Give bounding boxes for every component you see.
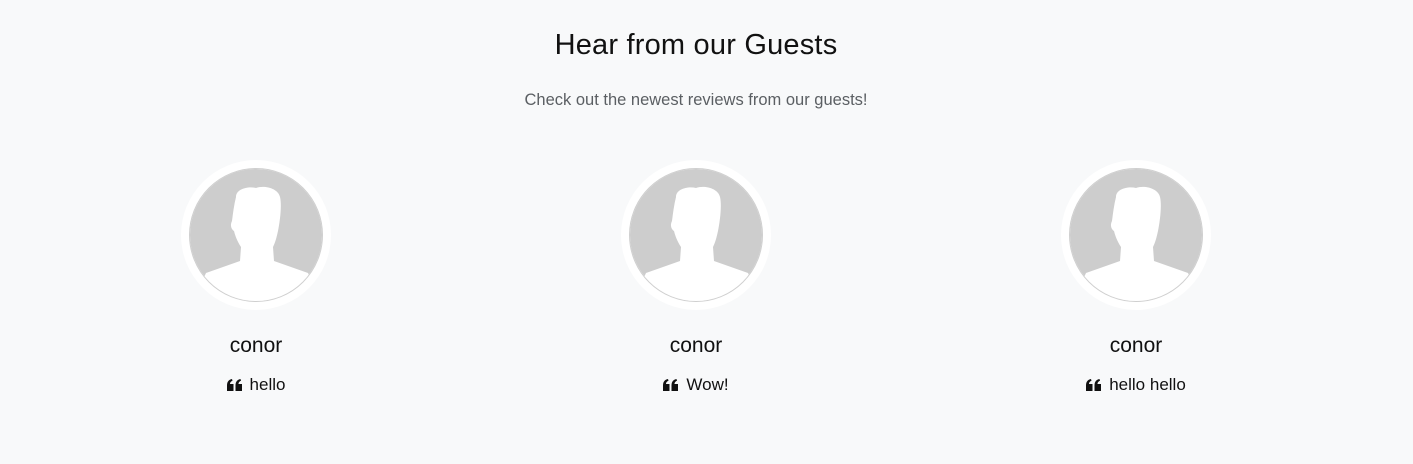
avatar — [1069, 168, 1203, 302]
review-text: hello hello — [1109, 375, 1186, 394]
avatar — [189, 168, 323, 302]
avatar-ring — [181, 160, 331, 310]
avatar — [629, 168, 763, 302]
section-title: Hear from our Guests — [554, 29, 838, 61]
quote-left-icon — [1086, 378, 1102, 391]
review-quote: Wow! — [546, 375, 846, 395]
review-card: conor hello hello — [986, 160, 1286, 395]
review-quote: hello hello — [986, 375, 1286, 395]
section-subtitle: Check out the newest reviews from our gu… — [524, 91, 868, 109]
review-card: conor Wow! — [546, 160, 846, 395]
user-silhouette-icon — [630, 169, 762, 301]
reviewer-name: conor — [1109, 334, 1163, 357]
avatar-ring — [621, 160, 771, 310]
user-silhouette-icon — [190, 169, 322, 301]
review-text: Wow! — [686, 375, 729, 394]
avatar-ring — [1061, 160, 1211, 310]
reviewer-name: conor — [229, 334, 283, 357]
review-card: conor hello — [106, 160, 406, 395]
reviews-section: Hear from our Guests Check out the newes… — [0, 0, 1413, 464]
reviewer-name: conor — [669, 334, 723, 357]
review-text: hello — [249, 375, 286, 394]
review-quote: hello — [106, 375, 406, 395]
quote-left-icon — [226, 378, 242, 391]
user-silhouette-icon — [1070, 169, 1202, 301]
quote-left-icon — [663, 378, 679, 391]
